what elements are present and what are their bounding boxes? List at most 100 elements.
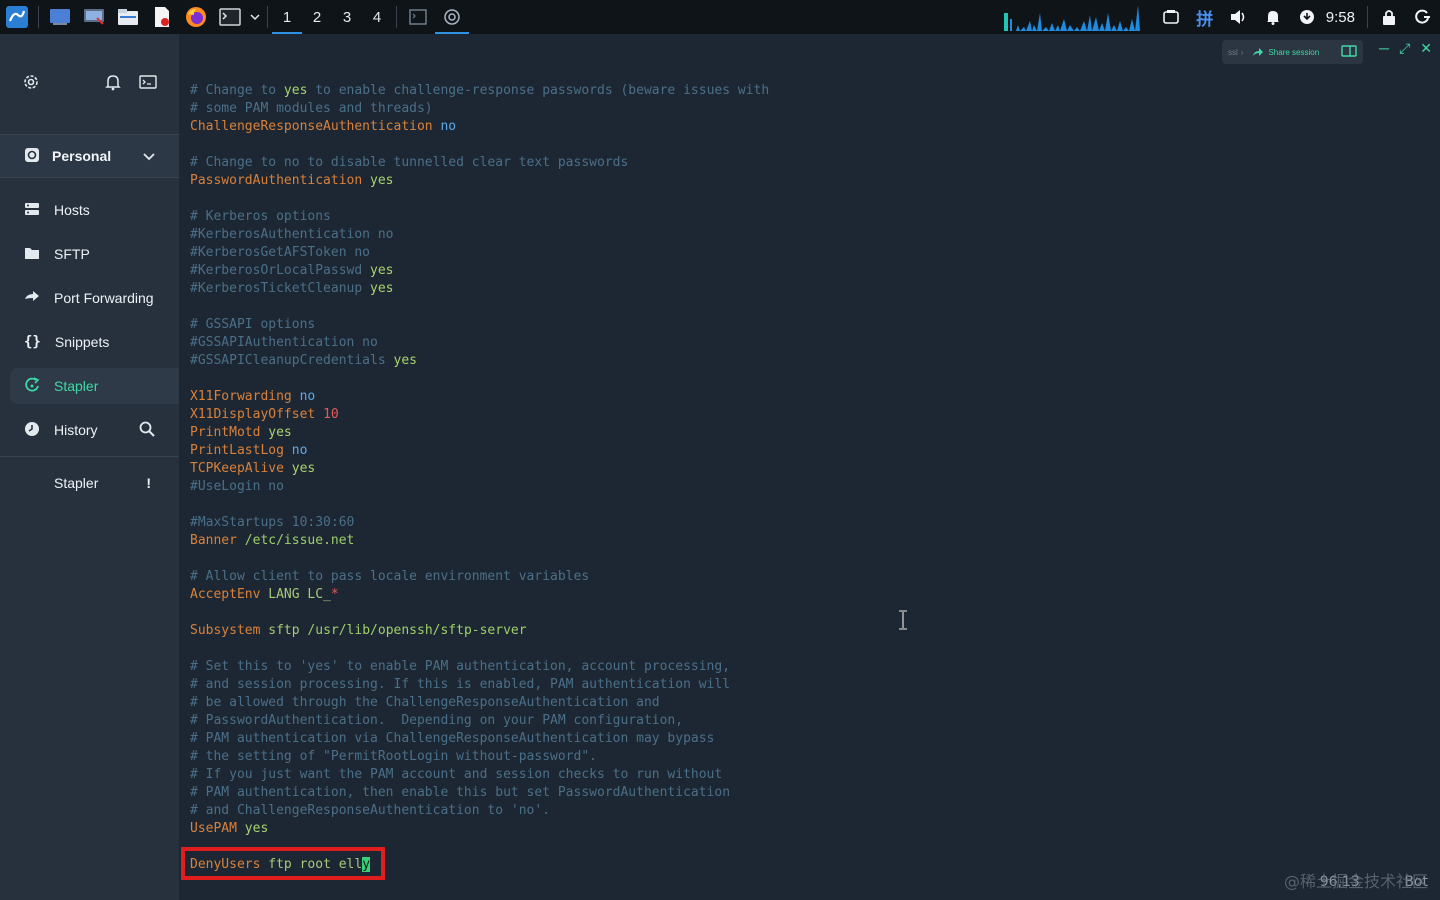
terminal-output: # Change to yes to enable challenge-resp… (190, 82, 769, 874)
terminal-token: # Change to (190, 83, 284, 98)
terminal-line: # PAM authentication via ChallengeRespon… (190, 730, 769, 748)
vault-selector[interactable]: Personal (0, 134, 179, 178)
close-icon[interactable]: ✕ (1420, 40, 1432, 57)
chevron-down-icon[interactable] (143, 148, 155, 164)
session-toolbar: ssl › Share session (1222, 40, 1363, 64)
stapler-icon (24, 376, 40, 396)
app-launcher-icon[interactable] (4, 5, 30, 29)
terminal-token: # Allow client to pass locale environmen… (190, 569, 590, 584)
input-method-icon[interactable]: 拼 (1194, 6, 1216, 29)
sidebar-item-stapler[interactable]: Stapler (10, 368, 179, 404)
clipboard-icon[interactable] (1160, 6, 1182, 28)
workspace-1[interactable]: 1 (272, 0, 302, 34)
volume-icon[interactable] (1228, 6, 1250, 28)
firefox-icon[interactable] (183, 5, 209, 29)
sidebar-item-history[interactable]: History (0, 408, 179, 452)
terminal-token: yes (370, 263, 394, 278)
terminal-line: # some PAM modules and threads) (190, 100, 769, 118)
clock-icon (24, 421, 40, 440)
vault-icon (24, 147, 40, 166)
terminal-token: # PAM authentication, then enable this b… (190, 785, 731, 800)
terminal-line: PrintMotd yes (190, 424, 769, 442)
sidebar-item-snippets[interactable]: {} Snippets (0, 320, 179, 364)
settings-gear-icon[interactable] (22, 73, 40, 96)
terminal-token: #GSSAPIAuthentication no (190, 335, 378, 350)
share-session-button[interactable]: Share session (1252, 47, 1319, 57)
braces-icon: {} (24, 334, 41, 350)
workspace-switcher-icon[interactable] (81, 5, 107, 29)
vault-name: Personal (52, 148, 112, 164)
sidebar-item-hosts[interactable]: Hosts (0, 188, 179, 232)
local-terminal-icon[interactable] (139, 74, 157, 94)
terminal-line: #GSSAPICleanupCredentials yes (190, 352, 769, 370)
terminal-token: # GSSAPI options (190, 317, 316, 332)
terminal-token: yes (268, 425, 292, 440)
terminal-line: #KerberosGetAFSToken no (190, 244, 769, 262)
terminal-token: # If you just want the PAM account and s… (190, 767, 723, 782)
window-terminal-icon[interactable] (401, 0, 435, 34)
watermark: @稀土掘金技术社区 (1283, 872, 1428, 891)
sidebar-item-stapler-session[interactable]: Stapler ! (0, 461, 179, 505)
terminal-token: #KerberosAuthentication no (190, 227, 394, 242)
divider (0, 456, 179, 457)
sidebar-item-label: Snippets (54, 334, 110, 350)
terminal-line: PrintLastLog no (190, 442, 769, 460)
update-icon[interactable] (1296, 6, 1318, 28)
file-manager-icon[interactable] (115, 5, 141, 29)
terminal-line: UsePAM yes (190, 820, 769, 838)
power-icon[interactable] (1412, 6, 1434, 28)
terminal-token: * (330, 587, 339, 602)
terminal-token: TCPKeepAlive (190, 461, 284, 476)
terminal-token: # PasswordAuthentication. Depending on y… (190, 713, 684, 728)
lock-icon[interactable] (1378, 6, 1400, 28)
sidebar-item-label: Hosts (54, 202, 90, 218)
clock[interactable]: 9:58 (1326, 9, 1355, 26)
terminal-pane[interactable]: ssl › Share session ─ ⤢ ✕ # Change to ye… (179, 34, 1440, 900)
terminal-token: yes (283, 83, 308, 98)
folder-icon (24, 246, 40, 263)
split-view-icon[interactable] (1341, 45, 1357, 59)
chevron-down-icon[interactable] (249, 5, 261, 29)
workspace-2[interactable]: 2 (302, 0, 332, 34)
terminal-token: PrintLastLog (190, 443, 284, 458)
session-prefix: ssl (1228, 47, 1238, 57)
terminal-token: # and ChallengeResponseAuthentication to… (190, 803, 551, 818)
workspace-4[interactable]: 4 (362, 0, 392, 34)
terminal-token: # be allowed through the ChallengeRespon… (190, 695, 660, 710)
workspace-3[interactable]: 3 (332, 0, 362, 34)
show-desktop-icon[interactable] (47, 5, 73, 29)
terminal-token: PrintMotd (190, 425, 261, 440)
sidebar-item-port-forwarding[interactable]: Port Forwarding (0, 276, 179, 320)
system-tray: 拼 9:58 (1003, 0, 1440, 34)
sidebar-item-sftp[interactable]: SFTP (0, 232, 179, 276)
minimize-icon[interactable]: ─ (1379, 40, 1389, 57)
terminal-token: yes (291, 461, 316, 476)
window-termius-icon[interactable] (435, 0, 469, 34)
terminal-token: X11DisplayOffset (190, 407, 316, 422)
status-line: 96,13 Bot @稀土掘金技术社区 (1284, 872, 1428, 891)
text-editor-icon[interactable] (149, 5, 175, 29)
terminal-token: LANG LC_ (260, 587, 331, 602)
terminal-line: TCPKeepAlive yes (190, 460, 769, 478)
notification-bell-icon[interactable] (1262, 6, 1284, 28)
terminal-line: AcceptEnv LANG LC_* (190, 586, 769, 604)
terminal-token: # PAM authentication via ChallengeRespon… (190, 731, 715, 746)
terminal-line: # Change to yes to enable challenge-resp… (190, 82, 769, 100)
terminal-line: #GSSAPIAuthentication no (190, 334, 769, 352)
terminal-token: PasswordAuthentication (190, 173, 363, 188)
top-panel: 1 2 3 4 拼 9:58 (0, 0, 1440, 34)
search-icon[interactable] (139, 421, 155, 440)
warning-badge: ! (146, 475, 151, 491)
maximize-icon[interactable]: ⤢ (1399, 40, 1410, 57)
notifications-bell-icon[interactable] (105, 73, 121, 96)
terminal-icon[interactable] (217, 5, 243, 29)
terminal-line: #KerberosAuthentication no (190, 226, 769, 244)
